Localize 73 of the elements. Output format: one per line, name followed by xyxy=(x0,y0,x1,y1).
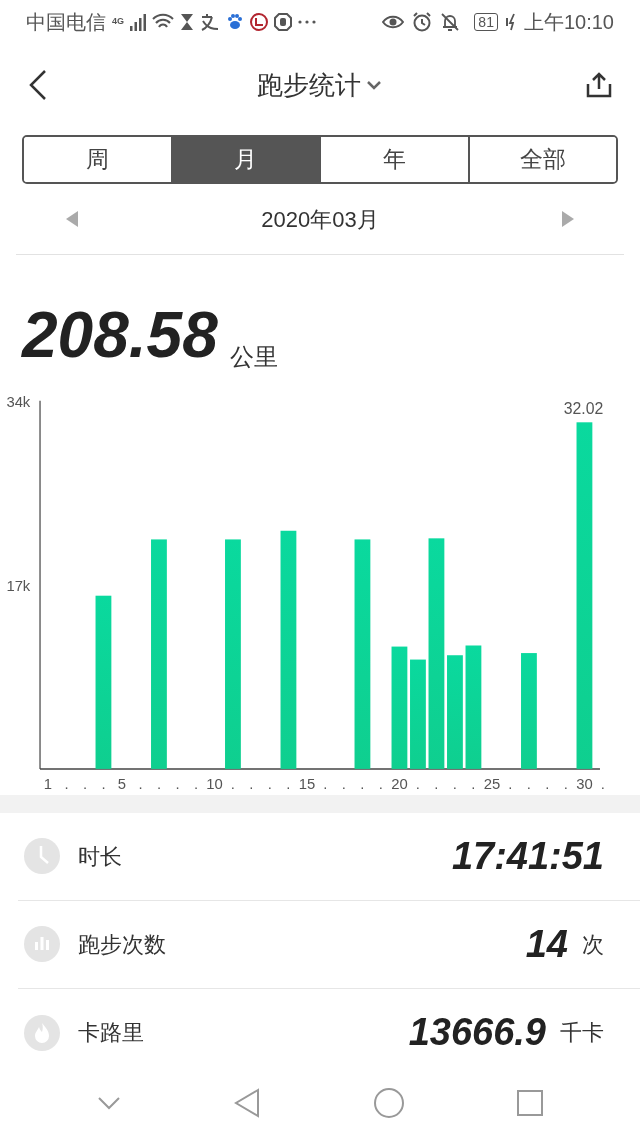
stat-label: 时长 xyxy=(78,842,122,871)
bell-off-icon xyxy=(440,12,461,33)
paw-icon xyxy=(226,13,244,32)
x-tick-label: . xyxy=(286,775,291,792)
collapse-button[interactable] xyxy=(96,1095,121,1112)
share-button[interactable] xyxy=(586,71,612,100)
app-icon xyxy=(200,13,220,32)
x-tick-label: 15 xyxy=(298,775,316,792)
x-tick-label: 5 xyxy=(117,775,127,792)
y-tick-label: 17k xyxy=(6,578,31,595)
carrier-name: 中国电信 xyxy=(26,10,106,36)
clock-time: 上午10:10 xyxy=(523,10,614,36)
hourglass-icon xyxy=(180,13,194,32)
network-label: 4G xyxy=(112,15,124,29)
period-tab[interactable]: 月 xyxy=(170,136,319,183)
x-tick-label: . xyxy=(175,775,180,792)
title-dropdown[interactable]: 跑步统计 xyxy=(257,65,381,105)
x-tick-label: . xyxy=(471,775,476,792)
stat-value: 14 xyxy=(525,921,568,967)
x-tick-label: . xyxy=(545,775,550,792)
x-tick-label: . xyxy=(563,775,568,792)
x-tick-label: . xyxy=(230,775,235,792)
round-logo-icon xyxy=(250,13,268,32)
caret-icon xyxy=(367,80,381,91)
alarm-icon xyxy=(412,12,433,33)
previous-month-button[interactable] xyxy=(66,211,78,228)
x-tick-label: . xyxy=(452,775,457,792)
x-tick-label: . xyxy=(341,775,346,792)
x-tick-label: 25 xyxy=(483,775,501,792)
signal-icon xyxy=(130,13,146,32)
x-tick-label: . xyxy=(64,775,69,792)
x-tick-label: . xyxy=(360,775,365,792)
x-tick-label: . xyxy=(415,775,420,792)
eye-icon xyxy=(382,14,405,31)
charging-icon xyxy=(505,13,516,32)
x-tick-label: . xyxy=(156,775,161,792)
period-tab[interactable]: 全部 xyxy=(467,136,616,183)
x-tick-label: . xyxy=(267,775,272,792)
value-label: 32.02 xyxy=(563,400,604,418)
stat-unit: 千卡 xyxy=(560,1019,604,1048)
stat-label: 卡路里 xyxy=(78,1019,144,1048)
stat-label: 跑步次数 xyxy=(78,930,166,959)
x-tick-label: . xyxy=(138,775,143,792)
bar-chart-icon xyxy=(24,926,60,963)
home-button[interactable] xyxy=(373,1088,404,1119)
clock-icon xyxy=(24,838,60,875)
flame-icon xyxy=(24,1014,60,1051)
x-tick-label: 1 xyxy=(43,775,53,792)
more-icon xyxy=(298,20,316,25)
distance-unit: 公里 xyxy=(229,342,278,373)
y-tick-label: 34k xyxy=(6,394,31,411)
x-tick-label: . xyxy=(249,775,254,792)
x-tick-label: . xyxy=(82,775,87,792)
month-label: 2020年03月 xyxy=(261,205,379,234)
x-tick-label: 30 xyxy=(576,775,593,792)
x-tick-label: . xyxy=(193,775,198,792)
back-nav-button[interactable] xyxy=(234,1088,261,1119)
x-tick-label: . xyxy=(378,775,383,792)
x-tick-label: . xyxy=(526,775,531,792)
stat-value: 17:41:51 xyxy=(451,833,604,879)
stat-unit: 次 xyxy=(582,930,604,959)
recents-button[interactable] xyxy=(517,1090,544,1117)
stat-value: 13666.9 xyxy=(408,1010,546,1056)
x-tick-label: . xyxy=(323,775,328,792)
next-month-button[interactable] xyxy=(562,211,574,228)
x-tick-label: 10 xyxy=(206,775,223,792)
total-distance: 208.58 xyxy=(22,303,218,368)
battery-level: 81 xyxy=(474,13,498,32)
x-tick-label: 20 xyxy=(391,775,408,792)
x-tick-label: . xyxy=(600,775,605,792)
x-tick-label: . xyxy=(101,775,106,792)
x-tick-label: . xyxy=(508,775,513,792)
x-tick-label: . xyxy=(434,775,439,792)
